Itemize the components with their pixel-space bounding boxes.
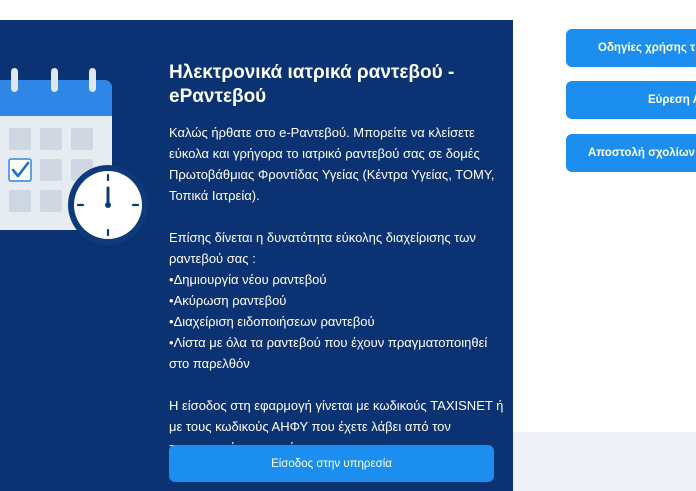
intro-panel: Ηλεκτρονικά ιατρικά ραντεβού - eΡαντεβού…	[0, 20, 513, 491]
instructions-button[interactable]: Οδηγίες χρήσης τ	[566, 29, 696, 67]
send-feedback-button[interactable]: Αποστολή σχολίων	[566, 134, 696, 172]
intro-text: Καλώς ήρθατε στο e-Ραντεβού. Μπορείτε να…	[169, 125, 495, 203]
list-item: Λίστα με όλα τα ραντεβού που έχουν πραγμ…	[169, 332, 504, 374]
find-button-label: Εύρεση Α	[648, 94, 696, 106]
find-button[interactable]: Εύρεση Α	[566, 81, 696, 119]
features-intro-text: Επίσης δίνεται η δυνατότητα εύκολης διαχ…	[169, 230, 476, 266]
calendar-clock-icon	[0, 68, 148, 245]
list-item: Διαχείριση ειδοποιήσεων ραντεβού	[169, 311, 504, 332]
list-item: Δημιουργία νέου ραντεβού	[169, 269, 504, 290]
features-list: Δημιουργία νέου ραντεβού Ακύρωση ραντεβο…	[169, 269, 504, 374]
instructions-button-label: Οδηγίες χρήσης τ	[598, 42, 696, 54]
send-feedback-button-label: Αποστολή σχολίων	[588, 147, 695, 159]
login-button[interactable]: Είσοδος στην υπηρεσία	[169, 445, 494, 482]
list-item: Ακύρωση ραντεβού	[169, 290, 504, 311]
footer-strip	[513, 432, 696, 491]
page-title: Ηλεκτρονικά ιατρικά ραντεβού - eΡαντεβού	[169, 62, 455, 107]
panel-description: Καλώς ήρθατε στο e-Ραντεβού. Μπορείτε να…	[169, 122, 504, 458]
